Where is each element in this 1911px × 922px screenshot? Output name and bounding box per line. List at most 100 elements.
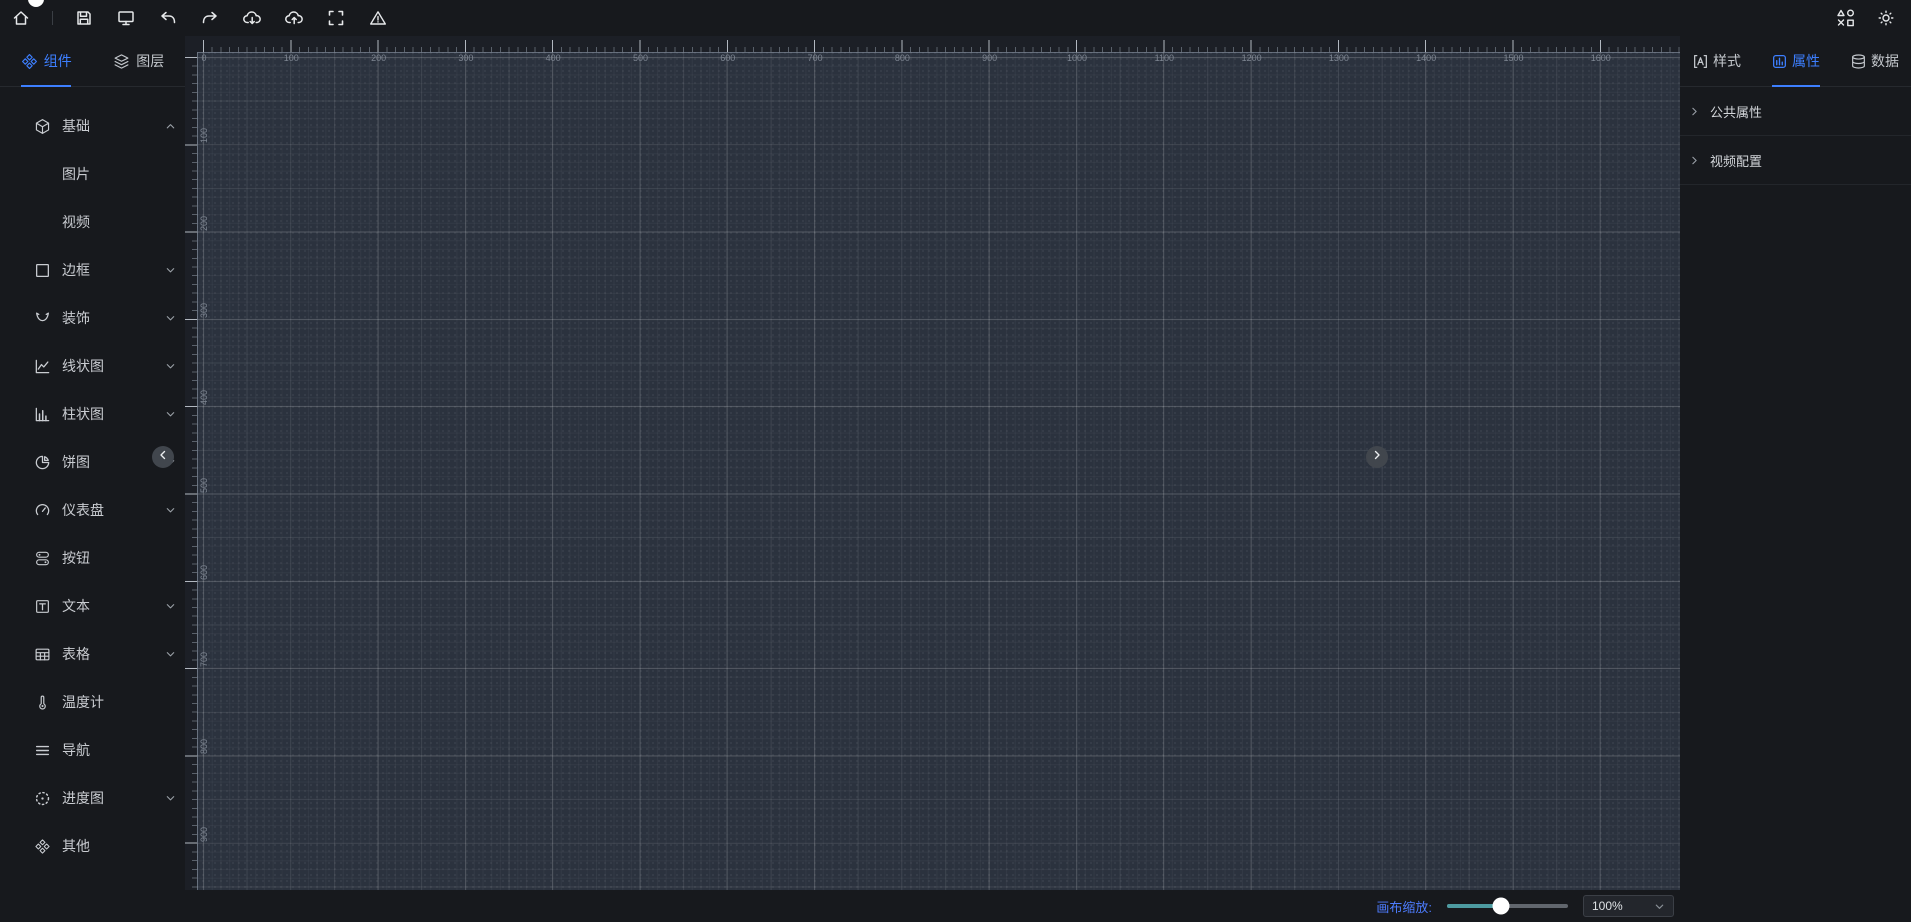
chevron-down-icon <box>164 408 176 420</box>
h-ruler-label: 0 <box>201 53 207 63</box>
bar-chart-icon <box>33 405 51 423</box>
canvas-zoom-label: 画布缩放: <box>1376 899 1432 915</box>
cloud-download-icon[interactable] <box>241 7 263 29</box>
collapse-left-panel-button[interactable] <box>152 446 174 468</box>
sidebar-tab-components[interactable]: 组件 <box>0 36 93 86</box>
v-ruler-label: 700 <box>199 652 209 668</box>
menu-item-label: 柱状图 <box>62 406 104 422</box>
h-ruler-label: 1000 <box>1066 53 1088 63</box>
menu-item-label: 仪表盘 <box>62 502 104 518</box>
menu-category[interactable]: 进度图 <box>0 774 185 822</box>
panel-section-header[interactable]: 视频配置 <box>1680 136 1911 185</box>
v-ruler-label: 800 <box>199 739 209 755</box>
line-chart-icon <box>33 357 51 375</box>
other-icon <box>33 837 51 855</box>
menu-category[interactable]: 按钮 <box>0 534 185 582</box>
vertical-ruler <box>185 52 197 890</box>
chevron-left-icon <box>157 448 169 466</box>
menu-item-label: 边框 <box>62 262 90 278</box>
fullscreen-icon[interactable] <box>325 7 347 29</box>
menu-item-label: 基础 <box>62 118 90 134</box>
component-menu: 基础 图片 视频 边框 装饰 线状图 柱状图 饼图 仪表盘 按钮 文本 表格 温度计 导航 进度图 其他 <box>0 87 185 870</box>
toolbar-left-group <box>10 0 389 36</box>
right-tab-data[interactable]: 数据 <box>1850 36 1899 86</box>
menu-item-label: 温度计 <box>62 694 104 710</box>
menu-item-label: 其他 <box>62 838 90 854</box>
h-ruler-label: 300 <box>458 53 474 63</box>
right-tab-label: 样式 <box>1713 53 1741 69</box>
v-ruler-label: 500 <box>199 477 209 493</box>
save-icon[interactable] <box>73 7 95 29</box>
slider-handle[interactable] <box>1492 897 1510 915</box>
menu-subitem[interactable]: 图片 <box>0 150 185 198</box>
right-panel-tabs: 样式 属性 数据 <box>1680 36 1911 87</box>
menu-item-label: 文本 <box>62 598 90 614</box>
menu-item-label: 装饰 <box>62 310 90 326</box>
cloud-upload-icon[interactable] <box>283 7 305 29</box>
h-ruler-label: 400 <box>545 53 561 63</box>
canvas-zoom-slider[interactable] <box>1447 897 1568 915</box>
warning-icon[interactable] <box>367 7 389 29</box>
home-icon[interactable] <box>10 7 32 29</box>
menu-category[interactable]: 文本 <box>0 582 185 630</box>
menu-category[interactable]: 线状图 <box>0 342 185 390</box>
h-ruler-label: 1600 <box>1590 53 1611 63</box>
h-ruler-label: 800 <box>894 53 910 63</box>
chevron-right-icon <box>1689 106 1700 117</box>
menu-category[interactable]: 其他 <box>0 822 185 870</box>
right-tab-attributes[interactable]: 属性 <box>1771 36 1820 86</box>
zoom-percent-dropdown[interactable]: 100% <box>1583 895 1674 917</box>
sidebar-tab-layers[interactable]: 图层 <box>93 36 186 86</box>
v-ruler-label: 300 <box>199 302 209 318</box>
redo-icon[interactable] <box>199 7 221 29</box>
decoration-icon <box>33 309 51 327</box>
menu-subitem[interactable]: 视频 <box>0 198 185 246</box>
panel-section-header[interactable]: 公共属性 <box>1680 87 1911 136</box>
h-ruler-label: 1300 <box>1328 53 1349 63</box>
right-panel-sections: 公共属性 视频配置 <box>1680 87 1911 185</box>
menu-category[interactable]: 表格 <box>0 630 185 678</box>
theme-icon[interactable] <box>1875 7 1897 29</box>
top-toolbar <box>0 0 1911 36</box>
chevron-down-icon <box>164 792 176 804</box>
progress-icon <box>33 789 51 807</box>
layers-icon <box>113 53 130 70</box>
menu-item-label: 按钮 <box>62 550 90 566</box>
gauge-icon <box>33 501 51 519</box>
data-icon <box>1850 53 1867 70</box>
canvas-grid[interactable] <box>197 52 1680 890</box>
menu-category[interactable]: 导航 <box>0 726 185 774</box>
menu-category[interactable]: 基础 <box>0 102 185 150</box>
menu-item-label: 图片 <box>62 166 90 182</box>
menu-category[interactable]: 装饰 <box>0 294 185 342</box>
sidebar-tab-label: 组件 <box>43 53 72 69</box>
components-icon[interactable] <box>1835 7 1857 29</box>
thermometer-icon <box>33 693 51 711</box>
border-icon <box>33 261 51 279</box>
collapse-right-panel-button[interactable] <box>1366 446 1388 468</box>
v-ruler-label: 600 <box>199 564 209 580</box>
right-panel: 样式 属性 数据 公共属性 视频配置 <box>1680 36 1911 922</box>
v-ruler-label: 400 <box>199 390 209 406</box>
left-sidebar: 组件 图层 基础 图片 视频 边框 装饰 线状图 柱状图 饼图 仪表盘 按钮 文本 表格 温度计 导航 进度图… <box>0 36 185 922</box>
h-ruler-label: 1500 <box>1503 53 1524 63</box>
zoom-percent-value: 100% <box>1592 899 1623 913</box>
right-tab-label: 数据 <box>1871 53 1899 69</box>
menu-category[interactable]: 柱状图 <box>0 390 185 438</box>
right-tab-label: 属性 <box>1792 53 1820 69</box>
v-ruler-label: 900 <box>199 826 209 842</box>
h-ruler-label: 900 <box>982 53 998 63</box>
h-ruler-label: 600 <box>720 53 736 63</box>
h-ruler-label: 1400 <box>1416 53 1437 63</box>
chevron-down-icon <box>164 360 176 372</box>
preview-icon[interactable] <box>115 7 137 29</box>
chevron-down-icon <box>164 504 176 516</box>
cube-icon <box>33 117 51 135</box>
sidebar-tabs: 组件 图层 <box>0 36 185 87</box>
bottom-bar: 画布缩放: 100% <box>185 890 1680 922</box>
right-tab-style[interactable]: 样式 <box>1692 36 1741 86</box>
menu-category[interactable]: 温度计 <box>0 678 185 726</box>
menu-category[interactable]: 仪表盘 <box>0 486 185 534</box>
menu-category[interactable]: 边框 <box>0 246 185 294</box>
undo-icon[interactable] <box>157 7 179 29</box>
